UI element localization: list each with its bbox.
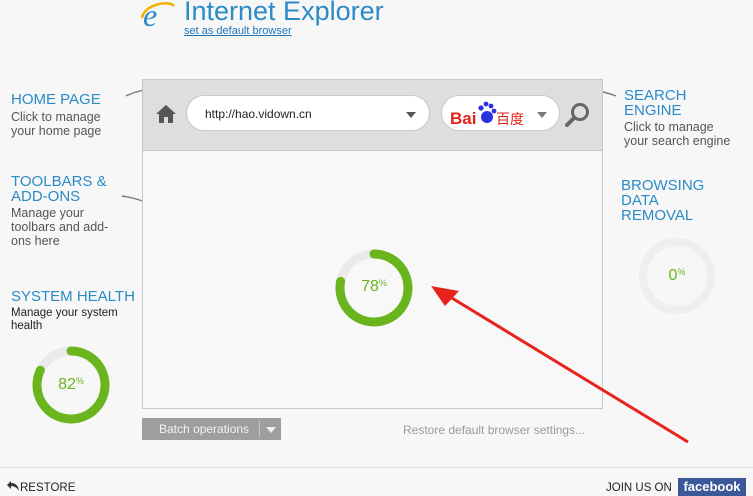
search-engine-desc: Click to manage your search engine [624,120,731,148]
system-health-desc: Manage your system health [11,307,118,332]
home-page-desc: Click to manage your home page [11,110,102,138]
search-engine-caret-icon[interactable] [537,112,547,118]
facebook-button[interactable]: facebook [678,478,746,496]
system-health-value: 82% [58,376,84,393]
system-health-gauge[interactable]: 82% [29,343,113,427]
toolbars-title[interactable]: TOOLBARS & ADD-ONS [11,174,107,204]
ie-logo-icon: e [140,0,176,30]
home-page-url-value: http://hao.vidown.cn [205,107,312,121]
batch-dropdown-caret-icon [266,427,276,433]
search-icon[interactable] [565,102,591,128]
home-page-title[interactable]: HOME PAGE [11,92,101,107]
baidu-logo-icon: Bai 百度 [450,101,524,128]
set-default-browser-link[interactable]: set as default browser [184,25,292,37]
search-engine-title[interactable]: SEARCH ENGINE [624,88,687,118]
browser-gauge-value: 78% [361,278,387,295]
home-icon[interactable] [155,104,177,124]
restore-default-settings-link[interactable]: Restore default browser settings... [403,423,585,437]
restore-button[interactable]: RESTORE [20,482,75,494]
system-health-title[interactable]: SYSTEM HEALTH [11,289,135,304]
undo-arrow-icon[interactable] [6,480,20,492]
footer-divider [0,467,753,468]
browser-gauge[interactable]: 78% [333,247,415,329]
url-dropdown-caret-icon[interactable] [406,112,416,118]
join-us-label: JOIN US ON [606,482,672,494]
batch-operations-button[interactable]: Batch operations [142,418,281,440]
svg-text:百度: 百度 [496,112,524,128]
svg-text:Bai: Bai [450,109,476,128]
toolbars-desc: Manage your toolbars and add-ons here [11,206,109,248]
app-title: Internet Explorer [184,0,384,26]
browsing-data-title[interactable]: BROWSING DATA REMOVAL [621,178,704,223]
